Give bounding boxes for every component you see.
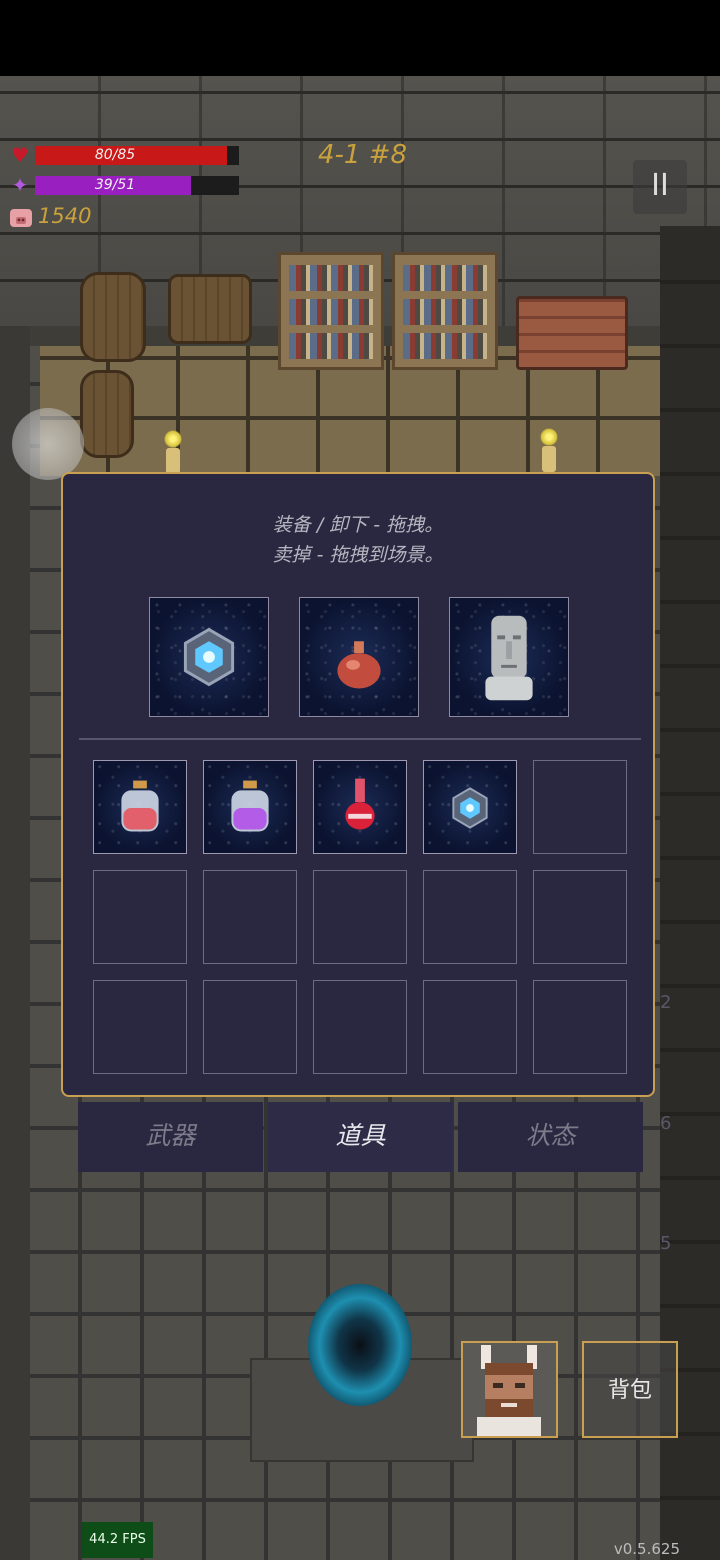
- inventory-slot-empty[interactable]: [93, 980, 187, 1074]
- inventory-slot-empty[interactable]: [313, 870, 407, 964]
- hint-equip: 装备 / 卸下 - 拖拽。: [272, 514, 444, 536]
- mana-potion-icon: [231, 780, 269, 832]
- character-portrait-button[interactable]: [461, 1341, 558, 1438]
- tab-items[interactable]: 道具: [268, 1102, 453, 1172]
- health-potion-icon: [121, 780, 159, 832]
- inventory-slot-empty[interactable]: [533, 870, 627, 964]
- hp-bar: 80/85: [35, 146, 239, 165]
- backpack-button[interactable]: 背包: [582, 1341, 678, 1438]
- tab-status[interactable]: 状态: [458, 1102, 643, 1172]
- equipped-slot-1[interactable]: [149, 597, 269, 717]
- mp-bar: 39/51: [35, 176, 239, 195]
- version-label: v0.5.625: [613, 1540, 680, 1558]
- inventory-slot-empty[interactable]: [423, 870, 517, 964]
- side-counter: 6: [660, 1113, 672, 1134]
- barrel: [168, 274, 252, 344]
- torch: [540, 428, 558, 472]
- inventory-slot[interactable]: [203, 760, 297, 854]
- crystal-orb-icon: [183, 627, 235, 687]
- left-wall: [0, 326, 30, 1560]
- character-avatar: [477, 1345, 541, 1436]
- bookshelf: [392, 252, 498, 370]
- inventory-slot[interactable]: [93, 760, 187, 854]
- tab-weapons[interactable]: 武器: [78, 1102, 263, 1172]
- barrel: [80, 272, 146, 362]
- inventory-panel: 装备 / 卸下 - 拖拽。 卖掉 - 拖拽到场景。: [61, 472, 655, 1097]
- side-counter: 2: [660, 992, 672, 1013]
- inventory-slot-empty[interactable]: [313, 980, 407, 1074]
- bookshelf: [278, 252, 384, 370]
- pig-coin-icon: [8, 205, 32, 229]
- side-counter: 5: [660, 1233, 672, 1254]
- inventory-slot[interactable]: [313, 760, 407, 854]
- torch: [164, 430, 182, 474]
- section-divider: [79, 738, 641, 740]
- red-flask-icon: [345, 778, 375, 830]
- gold-count: 1540: [38, 204, 92, 228]
- pause-button[interactable]: II: [633, 160, 687, 214]
- inventory-slot-empty[interactable]: [533, 760, 627, 854]
- treasure-chest[interactable]: [516, 296, 628, 370]
- fps-counter: 44.2 FPS: [82, 1522, 153, 1558]
- inventory-slot-empty[interactable]: [203, 870, 297, 964]
- crystal-orb-icon: [452, 787, 488, 829]
- mp-text: 39/51: [94, 177, 136, 193]
- inventory-slot-empty[interactable]: [93, 870, 187, 964]
- hint-sell: 卖掉 - 拖拽到场景。: [272, 544, 444, 566]
- stone-head-icon: [485, 615, 533, 701]
- equipped-slot-2[interactable]: [299, 597, 419, 717]
- hp-text: 80/85: [94, 147, 136, 163]
- portal[interactable]: [308, 1284, 412, 1406]
- inventory-slot-empty[interactable]: [533, 980, 627, 1074]
- equipped-slot-3[interactable]: [449, 597, 569, 717]
- virtual-joystick[interactable]: [12, 408, 84, 480]
- inventory-slot-empty[interactable]: [423, 980, 517, 1074]
- red-pouch-icon: [337, 641, 381, 689]
- inventory-slot[interactable]: [423, 760, 517, 854]
- heart-icon: ♥: [11, 143, 29, 167]
- barrel: [80, 370, 134, 458]
- mana-crystal-icon: ✦: [11, 173, 29, 197]
- level-indicator: 4-1 #8: [318, 140, 408, 170]
- inventory-slot-empty[interactable]: [203, 980, 297, 1074]
